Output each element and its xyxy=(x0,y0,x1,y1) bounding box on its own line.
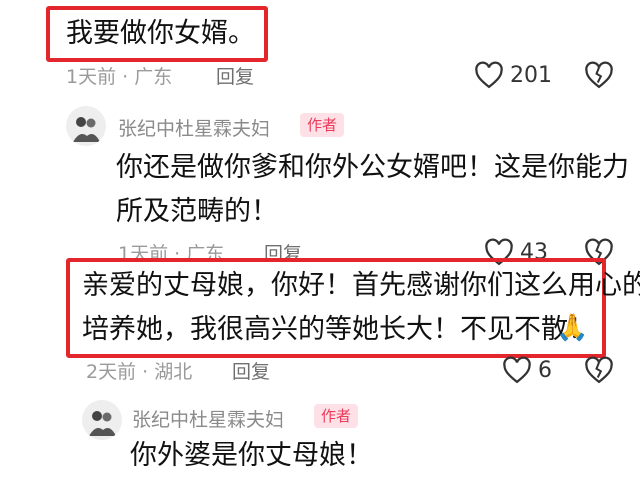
comment-2-meta: 2天前 · 湖北 xyxy=(86,361,193,383)
reply-1-text-line-1: 你还是做你爹和你外公女婿吧！这是你能力 xyxy=(116,152,629,183)
praying-hands-emoji: 🙏 xyxy=(556,313,589,343)
author-badge: 作者 xyxy=(300,113,345,137)
avatar[interactable] xyxy=(82,400,122,440)
comment-2-text-line-2: 培养她，我很高兴的等她长大！不见不散！ xyxy=(82,314,595,345)
avatar[interactable] xyxy=(66,106,106,146)
reply-2-author[interactable]: 张纪中杜星霖夫妇 xyxy=(132,405,284,432)
comment-1-like-count: 201 xyxy=(510,63,552,88)
comment-2-text-line-1: 亲爱的丈母娘，你好！首先感谢你们这么用心的 xyxy=(82,270,640,301)
heart-icon[interactable] xyxy=(502,356,532,384)
comment-1-reply-button[interactable]: 回复 xyxy=(216,62,254,89)
heart-icon[interactable] xyxy=(474,61,504,89)
author-badge: 作者 xyxy=(314,404,359,428)
comment-1-text: 我要做你女婿。 xyxy=(66,18,255,49)
reply-1-text-line-2: 所及范畴的！ xyxy=(116,196,278,227)
dislike-heart-icon[interactable] xyxy=(584,61,614,89)
comment-2-like-count: 6 xyxy=(538,358,552,383)
reply-1-author[interactable]: 张纪中杜星霖夫妇 xyxy=(118,114,270,141)
comment-1-meta: 1天前 · 广东 xyxy=(66,66,173,88)
reply-2-text-line-1: 你外婆是你丈母娘！ xyxy=(130,440,373,471)
dislike-heart-icon[interactable] xyxy=(584,356,614,384)
comment-2-reply-button[interactable]: 回复 xyxy=(232,357,270,384)
